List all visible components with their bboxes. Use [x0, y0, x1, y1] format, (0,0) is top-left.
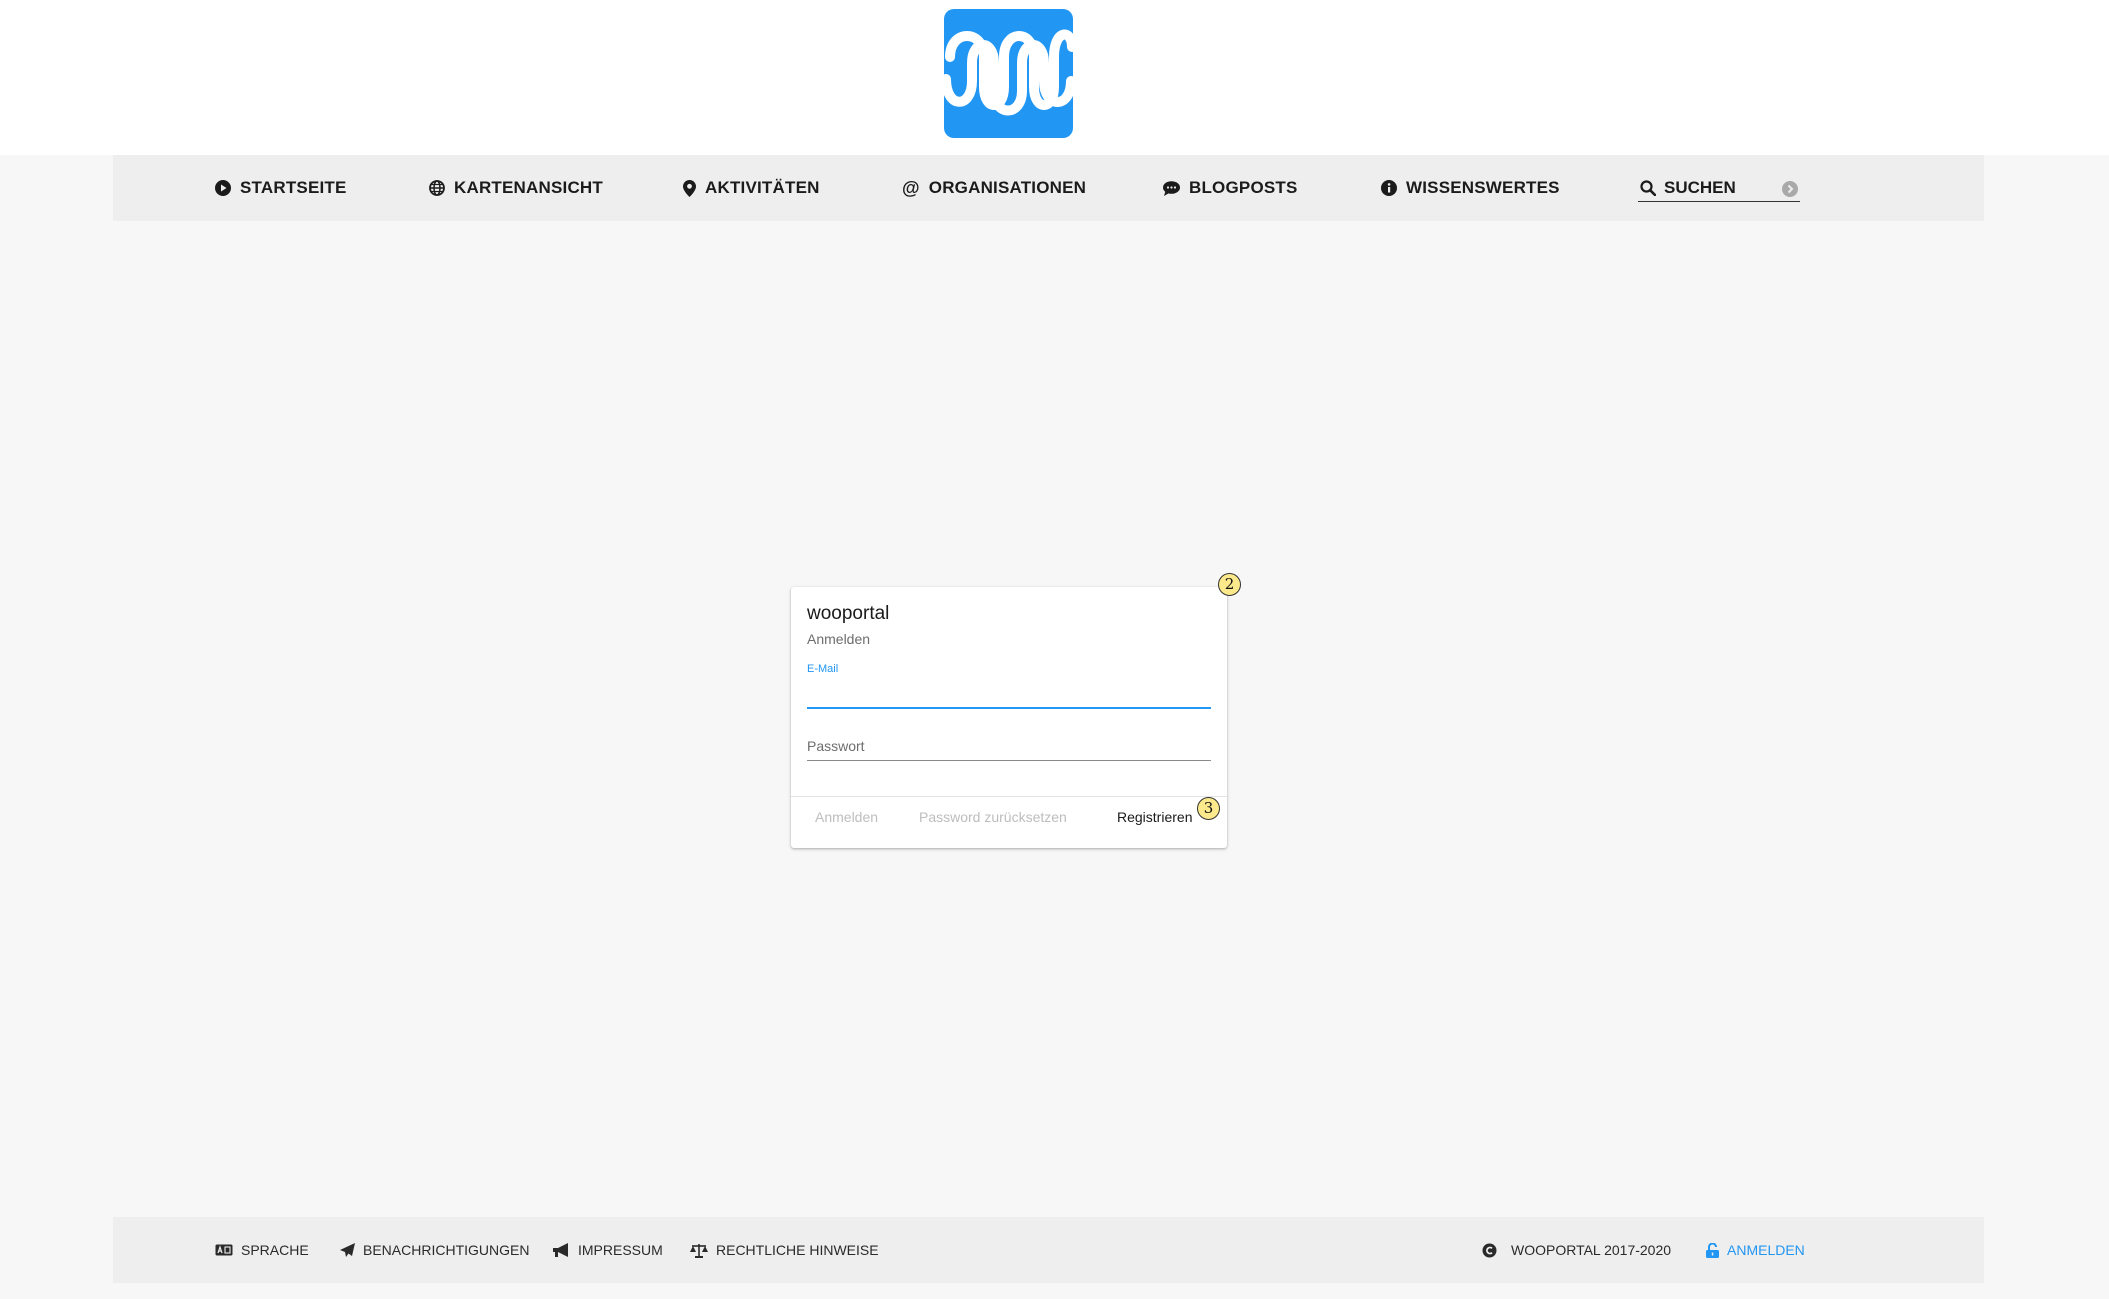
footer: SPRACHE BENACHRICHTIGUNGEN IMPRESSUM REC… [113, 1217, 1984, 1283]
footer-language[interactable]: SPRACHE [215, 1217, 309, 1283]
map-pin-icon [683, 179, 696, 197]
globe-icon [429, 180, 445, 196]
lock-open-icon [1706, 1242, 1719, 1258]
nav-label: ORGANISATIONEN [928, 178, 1087, 197]
card-subtitle: Anmelden [807, 631, 871, 647]
register-button[interactable]: Registrieren [1117, 809, 1192, 825]
nav-item-blogposts[interactable]: BLOGPOSTS [1163, 155, 1298, 221]
nav-item-aktivitaeten[interactable]: AKTIVITÄTEN [683, 155, 820, 221]
footer-impressum-label: IMPRESSUM [578, 1242, 663, 1258]
marker-2: 2 [1218, 573, 1241, 596]
nav-item-wissenswertes[interactable]: WISSENSWERTES [1381, 155, 1560, 221]
at-icon: @ [902, 177, 920, 198]
password-field[interactable] [807, 732, 1211, 761]
paper-plane-icon [340, 1242, 355, 1257]
footer-notifications[interactable]: BENACHRICHTIGUNGEN [340, 1217, 529, 1283]
play-circle-icon [215, 180, 231, 196]
wooportal-logo[interactable] [944, 9, 1073, 138]
reset-password-button[interactable]: Password zurücksetzen [919, 809, 1067, 825]
card-title: wooportal [807, 603, 890, 624]
info-icon [1381, 180, 1397, 196]
card-divider [791, 796, 1227, 797]
nav-label: KARTENANSICHT [454, 178, 603, 197]
footer-legal-label: RECHTLICHE HINWEISE [716, 1242, 879, 1258]
footer-login-label: ANMELDEN [1727, 1242, 1805, 1258]
footer-login-link[interactable]: ANMELDEN [1706, 1217, 1805, 1283]
search-icon [1640, 180, 1656, 196]
search-box [1638, 175, 1800, 202]
footer-copyright: WOOPORTAL 2017-2020 [1482, 1217, 1671, 1283]
nav-item-kartenansicht[interactable]: KARTENANSICHT [429, 155, 603, 221]
login-button[interactable]: Anmelden [815, 809, 878, 825]
scale-icon [690, 1243, 708, 1258]
copyright-icon [1482, 1243, 1497, 1257]
login-card: wooportal Anmelden E-Mail Anmelden Passw… [791, 587, 1227, 848]
megaphone-icon [553, 1242, 568, 1257]
header [0, 0, 2109, 155]
nav-label: STARTSEITE [240, 178, 347, 197]
arrow-circle-icon[interactable] [1782, 181, 1798, 197]
marker-3: 3 [1197, 797, 1220, 820]
footer-notifications-label: BENACHRICHTIGUNGEN [363, 1242, 530, 1258]
nav-label: AKTIVITÄTEN [705, 178, 820, 197]
nav-label: WISSENSWERTES [1406, 178, 1560, 197]
copyright-text: WOOPORTAL 2017-2020 [1511, 1242, 1672, 1258]
nav-label: BLOGPOSTS [1189, 178, 1298, 197]
footer-language-label: SPRACHE [241, 1242, 309, 1258]
language-icon [215, 1244, 233, 1256]
comment-icon [1163, 180, 1180, 196]
wooportal-wave-logo-icon [944, 29, 1073, 116]
email-field[interactable] [807, 677, 1211, 709]
email-label: E-Mail [807, 663, 839, 675]
nav-item-startseite[interactable]: STARTSEITE [215, 155, 347, 221]
footer-impressum[interactable]: IMPRESSUM [553, 1217, 663, 1283]
main-nav: STARTSEITE KARTENANSICHT AKTIVITÄTEN @ O… [113, 155, 1984, 221]
search-input[interactable] [1664, 178, 1774, 198]
nav-item-organisationen[interactable]: @ ORGANISATIONEN [902, 155, 1086, 221]
footer-legal[interactable]: RECHTLICHE HINWEISE [690, 1217, 879, 1283]
